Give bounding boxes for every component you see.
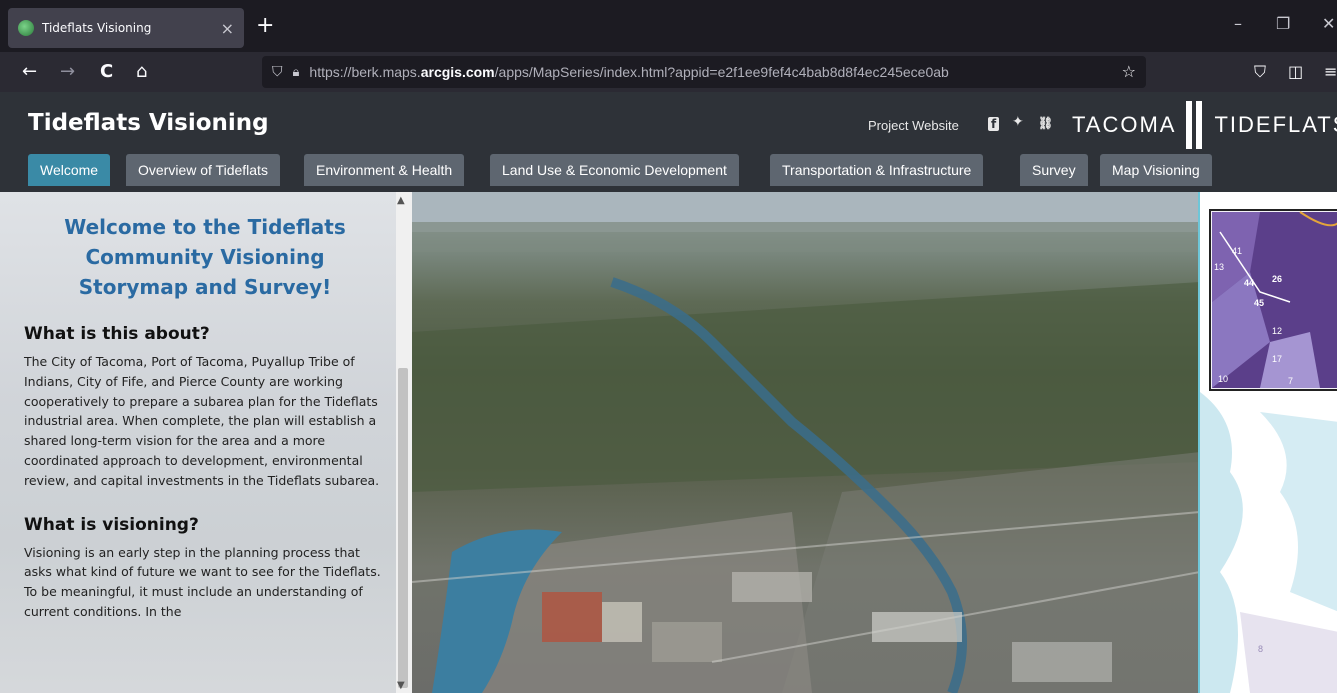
logo-tacoma-text: TACOMA <box>1072 112 1177 137</box>
welcome-heading: Welcome to the Tideflats Community Visio… <box>64 215 346 299</box>
restore-button[interactable]: ❐ <box>1276 14 1290 33</box>
map-zone-label: 44 <box>1244 278 1254 288</box>
logo-mark-icon <box>1184 101 1206 149</box>
site-favicon-icon <box>18 20 34 36</box>
map-zone-label: 7 <box>1288 376 1293 386</box>
pocket-icon[interactable]: ⛉ <box>1254 62 1266 82</box>
forward-button[interactable]: → <box>60 60 75 84</box>
new-tab-button[interactable]: + <box>256 12 274 40</box>
map-zone-label: 13 <box>1214 262 1224 272</box>
section-heading-visioning: What is visioning? <box>24 514 199 535</box>
side-panel: Welcome to the Tideflats Community Visio… <box>0 192 412 693</box>
browser-nav-bar: ← → C ⌂ ⛉ 🔒︎ https://berk.maps.arcgis.co… <box>0 52 1337 92</box>
tab-welcome[interactable]: Welcome <box>28 154 111 186</box>
section-heading-about: What is this about? <box>24 324 210 344</box>
map-zone-label: 45 <box>1254 298 1264 308</box>
bookmark-star-icon[interactable]: ☆ <box>1122 62 1136 81</box>
sidebar-icon[interactable]: ◫ <box>1288 62 1303 81</box>
twitter-icon[interactable]: ✦ <box>1012 114 1024 130</box>
tab-environment-health[interactable]: Environment & Health <box>304 154 465 186</box>
tab-land-use-economic-development[interactable]: Land Use & Economic Development <box>490 154 739 186</box>
close-window-button[interactable]: ✕ <box>1322 14 1335 33</box>
aerial-photo-graphic <box>412 192 1200 693</box>
zone-map-graphic: 13 41 44 26 45 12 17 10 7 8 <box>1200 192 1337 693</box>
browser-tab-bar: Tideflats Visioning × + – ❐ ✕ <box>0 0 1337 52</box>
back-button[interactable]: ← <box>22 60 37 84</box>
map-panel: 13 41 44 26 45 12 17 10 7 8 <box>1198 192 1337 693</box>
section-text-about: The City of Tacoma, Port of Tacoma, Puya… <box>24 354 380 488</box>
tab-transportation-infrastructure[interactable]: Transportation & Infrastructure <box>770 154 984 186</box>
tracking-shield-icon[interactable]: ⛉ <box>272 64 283 80</box>
app-title: Tideflats Visioning <box>28 110 269 136</box>
tab-survey[interactable]: Survey <box>1020 154 1088 186</box>
section-text-visioning: Visioning is an early step in the planni… <box>24 544 381 619</box>
map-zone-label: 10 <box>1218 374 1228 384</box>
side-panel-content: Welcome to the Tideflats Community Visio… <box>24 212 388 622</box>
lock-icon[interactable]: 🔒︎ <box>293 65 300 80</box>
tideflats-aerial-photo <box>412 192 1200 693</box>
menu-icon[interactable]: ≡ <box>1324 62 1337 81</box>
map-zone-label: 17 <box>1272 354 1282 364</box>
minimize-button[interactable]: – <box>1234 14 1242 33</box>
home-button[interactable]: ⌂ <box>136 60 147 84</box>
scroll-down-icon[interactable]: ▼ <box>397 680 405 691</box>
address-bar[interactable]: ⛉ 🔒︎ https://berk.maps.arcgis.com/apps/M… <box>262 56 1146 88</box>
scroll-up-icon[interactable]: ▲ <box>397 195 405 206</box>
app-header: Tideflats Visioning Project Website f ✦ … <box>0 92 1337 192</box>
tab-overview-of-tideflats[interactable]: Overview of Tideflats <box>126 154 280 186</box>
reload-button[interactable]: C <box>100 60 113 84</box>
side-panel-scroll-thumb[interactable] <box>398 368 408 688</box>
map-zone-label: 12 <box>1272 326 1282 336</box>
browser-tab[interactable]: Tideflats Visioning × <box>8 8 244 48</box>
tab-title: Tideflats Visioning <box>42 21 152 35</box>
facebook-icon[interactable]: f <box>988 117 1000 131</box>
project-website-link[interactable]: Project Website <box>868 118 959 133</box>
share-link-icon[interactable]: ⛓ <box>1038 116 1053 130</box>
tab-map-visioning[interactable]: Map Visioning <box>1100 154 1212 186</box>
url-text[interactable]: https://berk.maps.arcgis.com/apps/MapSer… <box>309 64 948 80</box>
map-zone-label: 26 <box>1272 274 1282 284</box>
tab-close-icon[interactable]: × <box>221 19 234 38</box>
tacoma-tideflats-logo: TACOMA TIDEFLATS <box>1072 100 1337 150</box>
map-zone-label: 8 <box>1258 644 1263 654</box>
map-zone-label: 41 <box>1232 246 1242 256</box>
logo-tideflats-text: TIDEFLATS <box>1214 112 1337 137</box>
